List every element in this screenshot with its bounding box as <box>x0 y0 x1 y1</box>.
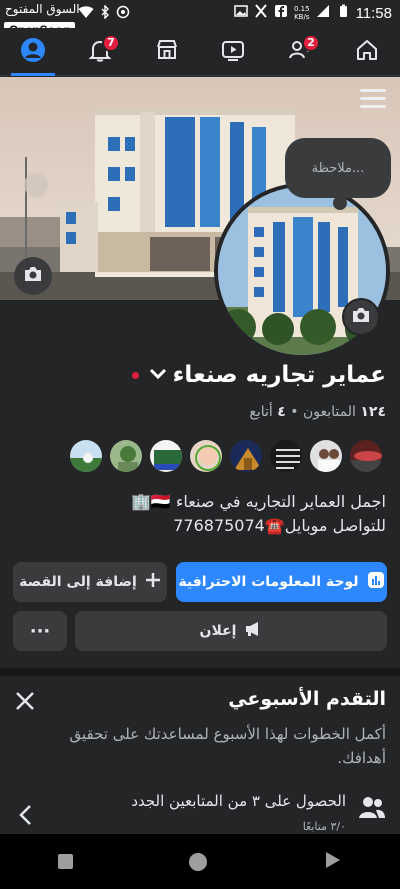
goal-title: الحصول على ٣ من المتابعين الجدد <box>131 792 346 810</box>
advertise-button[interactable]: إعلان <box>75 611 387 651</box>
back-button[interactable] <box>324 851 342 873</box>
weekly-progress-title: التقدم الأسبوعي <box>228 688 386 710</box>
camera-icon <box>23 265 43 287</box>
page-name-row[interactable]: عماير تجاريه صنعاء <box>131 362 386 388</box>
dashboard-label: لوحة المعلومات الاحترافية <box>178 574 359 590</box>
weekly-progress-description: أكمل الخطوات لهذا الأسبوع لمساعدتك على ت… <box>69 725 387 767</box>
system-navigation-bar <box>0 834 400 889</box>
notifications-badge: 7 <box>101 33 120 52</box>
follower-avatar[interactable] <box>188 438 224 474</box>
chevron-left-icon[interactable] <box>18 804 32 826</box>
follower-avatar[interactable] <box>308 438 344 474</box>
professional-dashboard-button[interactable]: لوحة المعلومات الاحترافية <box>176 562 387 602</box>
status-left-icons <box>78 4 130 22</box>
chart-icon <box>367 571 385 593</box>
status-icons: 0.15 KB/s 11:58 <box>234 4 392 22</box>
clock: 11:58 <box>355 4 392 22</box>
bluetooth-icon <box>100 4 110 22</box>
follower-avatar[interactable] <box>108 438 144 474</box>
edit-cover-button[interactable] <box>14 257 52 295</box>
follower-avatar[interactable] <box>148 438 184 474</box>
network-speed: 0.15 KB/s <box>293 5 310 21</box>
section-divider <box>0 668 400 676</box>
chevron-down-icon[interactable] <box>149 366 167 385</box>
bio-line: اجمل العماير التجاريه في صنعاء 🇾🇪🏢 <box>130 492 386 511</box>
signal-icon <box>316 4 330 22</box>
page-bio: اجمل العماير التجاريه في صنعاء 🇾🇪🏢 للتوا… <box>14 490 386 538</box>
plus-icon <box>145 572 161 592</box>
friends-badge: 2 <box>301 33 320 52</box>
note-bubble-tail <box>333 196 347 210</box>
x-icon <box>254 4 268 22</box>
stats-separator: • <box>290 404 299 420</box>
store-icon <box>154 37 180 67</box>
edit-profile-picture-button[interactable] <box>342 298 380 336</box>
followers-icon <box>358 794 386 820</box>
goal-progress: ٣/٠ متابعًا <box>302 820 346 833</box>
page-stats: ١٢٤ المتابعون • ٤ أتابع <box>249 404 386 420</box>
goal-item[interactable]: الحصول على ٣ من المتابعين الجدد ٣/٠ متاب… <box>14 790 386 838</box>
following-count: ٤ <box>277 404 286 420</box>
facebook-icon <box>274 4 288 22</box>
megaphone-icon <box>244 621 262 641</box>
tab-video[interactable] <box>209 32 257 72</box>
follower-avatars[interactable] <box>68 438 384 474</box>
follower-avatar[interactable] <box>268 438 304 474</box>
note-bubble[interactable]: ملاحظة... <box>285 138 391 198</box>
top-navigation: 7 2 <box>0 28 400 76</box>
tab-notifications[interactable]: 7 <box>76 32 124 72</box>
followers-label[interactable]: المتابعون <box>303 404 356 420</box>
tab-profile[interactable] <box>9 32 57 76</box>
camera-icon <box>351 306 371 328</box>
advertise-label: إعلان <box>199 623 237 639</box>
add-story-label: إضافة إلى القصة <box>19 574 137 590</box>
gallery-icon <box>234 4 248 22</box>
recents-button[interactable] <box>58 854 74 869</box>
more-options-button[interactable]: ··· <box>13 611 67 651</box>
following-label[interactable]: أتابع <box>249 404 272 420</box>
cover-menu-icon[interactable] <box>360 89 386 111</box>
home-button[interactable] <box>189 852 208 871</box>
watermark-text: السوق المفتوح <box>5 2 80 16</box>
battery-icon <box>336 4 350 22</box>
followers-count: ١٢٤ <box>360 404 386 420</box>
sync-icon <box>116 5 130 22</box>
bio-line[interactable]: للتواصل موبايل☎️776875074 <box>14 514 386 538</box>
close-icon[interactable] <box>14 690 36 712</box>
tab-home[interactable] <box>343 32 391 72</box>
home-icon <box>354 37 380 67</box>
status-bar: السوق المفتوح OpenSooq 0.15 KB/s 11:58 <box>0 0 400 38</box>
wifi-icon <box>78 5 94 22</box>
tab-marketplace[interactable] <box>143 32 191 72</box>
profile-icon <box>19 36 47 68</box>
follower-avatar[interactable] <box>68 438 104 474</box>
status-dot <box>131 371 139 379</box>
add-to-story-button[interactable]: إضافة إلى القصة <box>13 562 167 602</box>
follower-avatar[interactable] <box>228 438 264 474</box>
video-icon <box>220 37 246 67</box>
tab-friends[interactable]: 2 <box>276 32 324 72</box>
page-name: عماير تجاريه صنعاء <box>172 362 386 388</box>
follower-avatar[interactable] <box>348 438 384 474</box>
